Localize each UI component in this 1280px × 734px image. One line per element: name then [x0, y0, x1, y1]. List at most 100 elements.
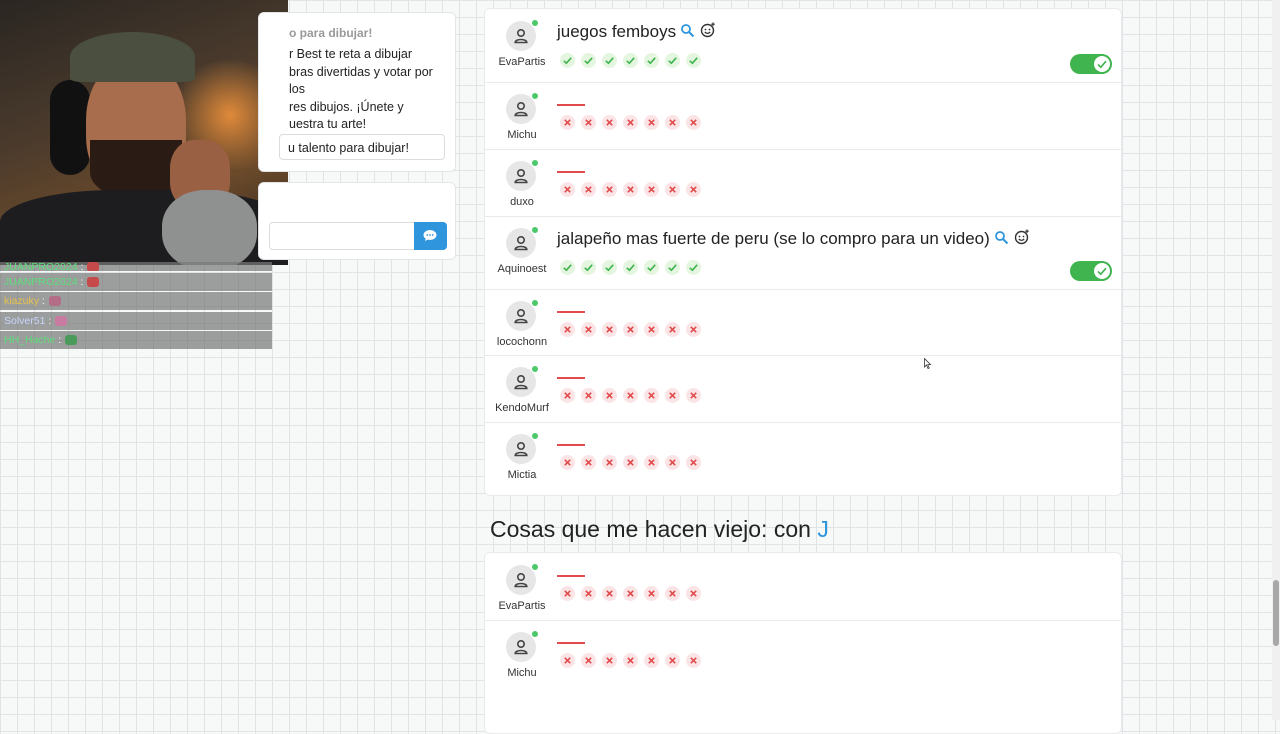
vote-reject [665, 182, 680, 197]
player-answer: jalapeño mas fuerte de peru (se lo compr… [557, 229, 1030, 250]
chat-input[interactable] [269, 222, 416, 250]
empty-answer-dash [557, 311, 585, 313]
online-indicator [532, 433, 538, 439]
page-scrollbar[interactable] [1272, 0, 1280, 720]
chat-message: JUANPRO2024 : [0, 272, 272, 291]
vote-list [560, 455, 701, 470]
cross-icon [585, 119, 592, 126]
cross-icon [648, 392, 655, 399]
vote-approve [623, 260, 638, 275]
vote-approve [581, 53, 596, 68]
vote-reject [581, 455, 596, 470]
check-icon [563, 57, 572, 65]
vote-reject [602, 455, 617, 470]
vote-reject [623, 653, 638, 668]
emoji-react-icon[interactable] [700, 22, 716, 38]
streamer-webcam [0, 0, 288, 265]
cross-icon [690, 657, 697, 664]
check-icon [647, 264, 656, 272]
avatar [506, 564, 538, 595]
player-name: Michu [507, 667, 537, 679]
chat-message: Solver51 : [0, 311, 272, 330]
vote-reject [602, 115, 617, 130]
cross-icon [627, 186, 634, 193]
toggle-check-icon [1097, 267, 1107, 276]
player-name: EvaPartis [498, 600, 546, 612]
avatar [506, 93, 538, 124]
send-button[interactable] [414, 222, 447, 250]
vote-reject [686, 586, 701, 601]
cross-icon [585, 392, 592, 399]
chat-card [258, 182, 456, 260]
online-indicator [532, 631, 538, 637]
search-icon[interactable] [680, 23, 695, 38]
vote-reject [644, 388, 659, 403]
answer-row: EvaPartis [485, 553, 1121, 621]
vote-reject [581, 115, 596, 130]
vote-reject [560, 388, 575, 403]
avatar [506, 433, 538, 464]
vote-reject [686, 388, 701, 403]
answer-row: Michu [485, 620, 1121, 687]
cross-icon [648, 119, 655, 126]
vote-reject [560, 182, 575, 197]
round-letter: J [817, 516, 829, 542]
empty-answer-dash [557, 575, 585, 577]
toggle-knob [1094, 263, 1110, 279]
vote-reject [602, 653, 617, 668]
answers-card-round2: EvaPartis Michu [484, 552, 1122, 734]
vote-list [560, 53, 701, 68]
vote-approve [686, 260, 701, 275]
round-title: Cosas que me hacen viejo: con J [490, 516, 829, 542]
vote-approve [560, 53, 575, 68]
answer-row: Mictia [485, 422, 1121, 494]
player-name: KendoMurf [495, 402, 549, 414]
mouse-cursor-icon [924, 358, 932, 370]
cross-icon [648, 657, 655, 664]
cross-icon [690, 186, 697, 193]
cross-icon [564, 392, 571, 399]
online-indicator [532, 366, 538, 372]
cross-icon [648, 459, 655, 466]
cross-icon [669, 657, 676, 664]
vote-reject [623, 586, 638, 601]
check-icon [668, 57, 677, 65]
vote-reject [665, 388, 680, 403]
vote-approve [686, 53, 701, 68]
vote-list [560, 388, 701, 403]
online-indicator [532, 160, 538, 166]
answer-text: juegos femboys [557, 22, 677, 41]
user-icon [514, 28, 528, 44]
cross-icon [606, 590, 613, 597]
draw-talent-button[interactable]: u talento para dibujar! [279, 134, 445, 160]
avatar [506, 20, 538, 51]
cross-icon [627, 119, 634, 126]
emoji-react-icon[interactable] [1014, 229, 1030, 245]
accept-toggle[interactable] [1070, 54, 1112, 74]
check-icon [605, 264, 614, 272]
vote-reject [665, 653, 680, 668]
accept-toggle[interactable] [1070, 261, 1112, 281]
cross-icon [627, 657, 634, 664]
chat-message: kiazuky : [0, 292, 272, 310]
scrollbar-thumb[interactable] [1273, 580, 1279, 646]
vote-list [560, 260, 701, 275]
online-indicator [532, 93, 538, 99]
vote-reject [581, 322, 596, 337]
check-icon [626, 264, 635, 272]
player-name: Mictia [507, 469, 537, 481]
cross-icon [606, 459, 613, 466]
vote-reject [686, 115, 701, 130]
cross-icon [690, 459, 697, 466]
search-icon[interactable] [994, 230, 1009, 245]
cross-icon [585, 657, 592, 664]
cross-icon [648, 326, 655, 333]
vote-reject [686, 653, 701, 668]
vote-reject [560, 455, 575, 470]
vote-reject [602, 182, 617, 197]
vote-reject [686, 322, 701, 337]
check-icon [626, 57, 635, 65]
cross-icon [606, 657, 613, 664]
cross-icon [585, 326, 592, 333]
cross-icon [627, 326, 634, 333]
